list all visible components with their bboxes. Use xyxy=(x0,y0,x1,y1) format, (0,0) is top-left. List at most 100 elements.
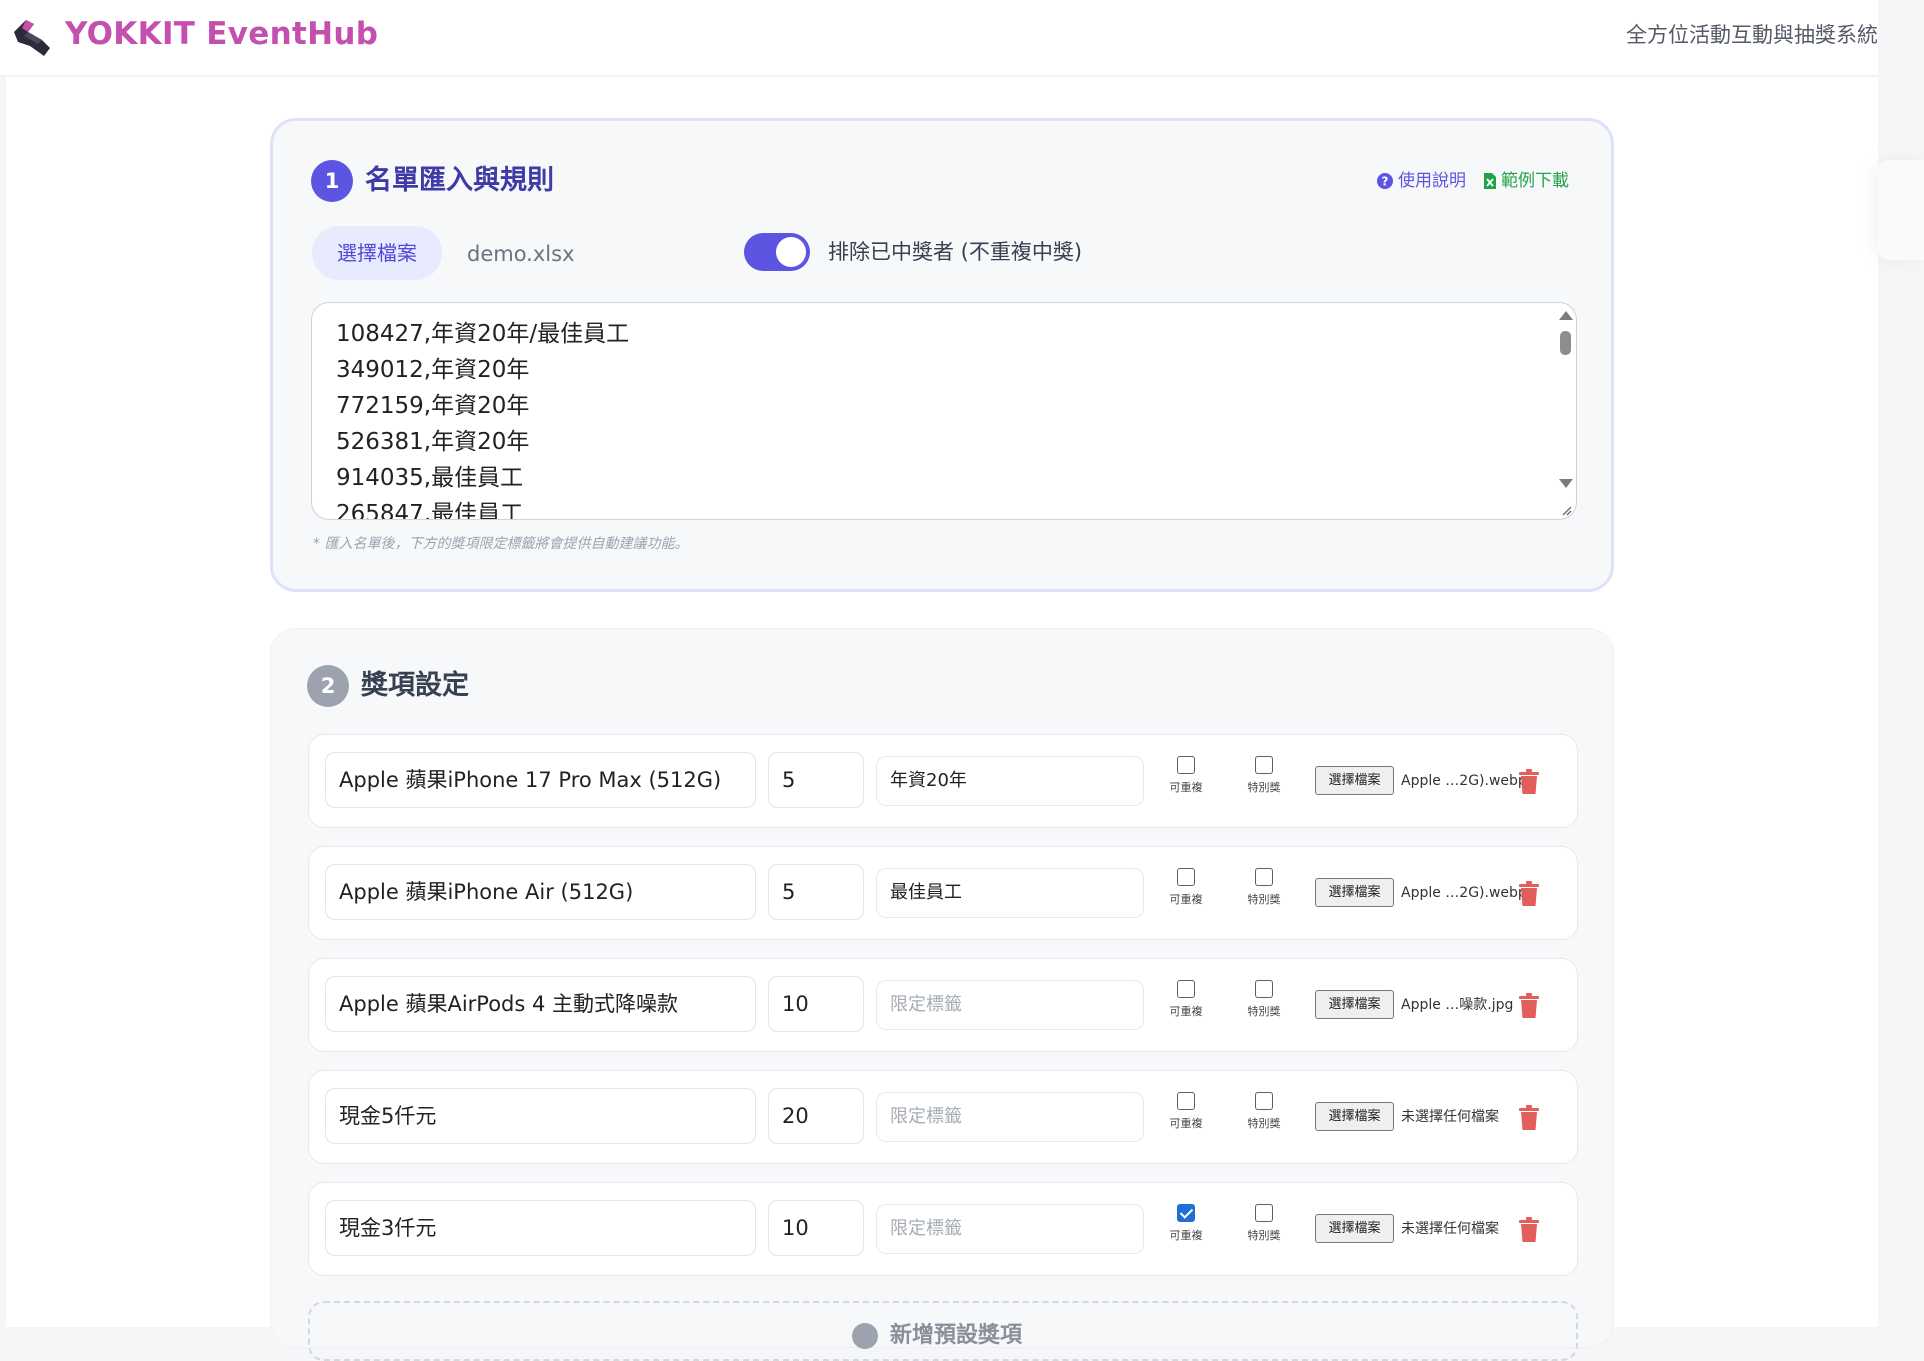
special-label: 特別獎 xyxy=(1247,893,1281,906)
help-link[interactable]: ? 使用說明 xyxy=(1376,169,1466,193)
help-label: 使用說明 xyxy=(1398,171,1466,191)
choose-file-button[interactable]: 選擇檔案 xyxy=(312,226,442,280)
name-line: 265847,最佳員工 xyxy=(336,501,524,520)
import-title: 名單匯入與規則 xyxy=(365,165,554,196)
add-prize-label: 新增預設獎項 xyxy=(890,1323,1023,1348)
prize-row: Apple 蘋果iPhone Air (512G) 5 最佳員工 可重複 特別獎… xyxy=(308,846,1578,940)
repeat-option[interactable]: 可重複 xyxy=(1158,1092,1214,1142)
prize-image-button[interactable]: 選擇檔案 xyxy=(1315,878,1394,907)
trash-icon[interactable] xyxy=(1518,769,1540,795)
trash-icon[interactable] xyxy=(1518,1105,1540,1131)
special-label: 特別獎 xyxy=(1247,1229,1281,1242)
prize-image-button[interactable]: 選擇檔案 xyxy=(1315,1102,1394,1131)
special-checkbox[interactable] xyxy=(1255,756,1273,774)
repeat-checkbox[interactable] xyxy=(1177,756,1195,774)
prize-row: 現金5仟元 20 限定標籤 可重複 特別獎 選擇檔案 未選擇任何檔案 xyxy=(308,1070,1578,1164)
prize-name-input[interactable]: 現金5仟元 xyxy=(325,1088,756,1144)
special-label: 特別獎 xyxy=(1247,1117,1281,1130)
prize-image-button[interactable]: 選擇檔案 xyxy=(1315,1214,1394,1243)
prize-image-name: 未選擇任何檔案 xyxy=(1401,1109,1499,1125)
prize-image-name: Apple …噪款.jpg xyxy=(1401,997,1514,1013)
prize-qty-input[interactable]: 10 xyxy=(768,1200,864,1256)
add-prize-button[interactable]: 新增預設獎項 xyxy=(308,1301,1578,1361)
brand-name[interactable]: YOKKIT EventHub xyxy=(65,14,378,54)
prize-image-button[interactable]: 選擇檔案 xyxy=(1315,990,1394,1019)
prize-title: 獎項設定 xyxy=(361,670,469,701)
special-option[interactable]: 特別獎 xyxy=(1236,868,1292,918)
step-badge-2: 2 xyxy=(307,665,349,707)
scroll-up-icon[interactable] xyxy=(1559,311,1573,320)
prize-name-input[interactable]: 現金3仟元 xyxy=(325,1200,756,1256)
import-hint: * 匯入名單後，下方的獎項限定標籤將會提供自動建議功能。 xyxy=(313,536,689,552)
logo-icon xyxy=(14,20,50,56)
prize-image-name: Apple …2G).webp xyxy=(1401,773,1527,789)
excel-file-icon xyxy=(1484,173,1496,189)
repeat-option[interactable]: 可重複 xyxy=(1158,756,1214,806)
selected-file-name: demo.xlsx xyxy=(467,242,575,266)
scroll-down-icon[interactable] xyxy=(1559,479,1573,488)
import-panel: 1 名單匯入與規則 ? 使用說明 範例下載 選擇檔案 demo.xlsx 排除已… xyxy=(270,118,1614,592)
prize-row: Apple 蘋果AirPods 4 主動式降噪款 10 限定標籤 可重複 特別獎… xyxy=(308,958,1578,1052)
repeat-option[interactable]: 可重複 xyxy=(1158,980,1214,1030)
toggle-knob xyxy=(776,237,806,267)
prize-row: Apple 蘋果iPhone 17 Pro Max (512G) 5 年資20年… xyxy=(308,734,1578,828)
special-checkbox[interactable] xyxy=(1255,980,1273,998)
svg-text:?: ? xyxy=(1382,175,1389,189)
resize-grip-icon[interactable] xyxy=(1560,504,1572,516)
repeat-label: 可重複 xyxy=(1169,781,1203,794)
prize-tag-input[interactable]: 限定標籤 xyxy=(876,980,1144,1030)
repeat-option[interactable]: 可重複 xyxy=(1158,1204,1214,1254)
special-option[interactable]: 特別獎 xyxy=(1236,980,1292,1030)
prize-qty-input[interactable]: 20 xyxy=(768,1088,864,1144)
prize-row: 現金3仟元 10 限定標籤 可重複 特別獎 選擇檔案 未選擇任何檔案 xyxy=(308,1182,1578,1276)
repeat-label: 可重複 xyxy=(1169,1117,1203,1130)
repeat-checkbox[interactable] xyxy=(1177,980,1195,998)
repeat-checkbox[interactable] xyxy=(1177,1204,1195,1222)
side-drawer-handle[interactable] xyxy=(1878,160,1924,260)
trash-icon[interactable] xyxy=(1518,1217,1540,1243)
trash-icon[interactable] xyxy=(1518,993,1540,1019)
repeat-label: 可重複 xyxy=(1169,1229,1203,1242)
name-line: 108427,年資20年/最佳員工 xyxy=(336,321,630,347)
exclude-winners-label: 排除已中獎者 (不重複中獎) xyxy=(828,240,1083,264)
prize-tag-input[interactable]: 限定標籤 xyxy=(876,1204,1144,1254)
special-label: 特別獎 xyxy=(1247,781,1281,794)
special-option[interactable]: 特別獎 xyxy=(1236,1204,1292,1254)
prize-image-name: 未選擇任何檔案 xyxy=(1401,1221,1499,1237)
name-line: 914035,最佳員工 xyxy=(336,465,524,491)
exclude-winners-toggle[interactable] xyxy=(744,233,810,271)
sample-download-link[interactable]: 範例下載 xyxy=(1483,169,1569,193)
prize-image-name: Apple …2G).webp xyxy=(1401,885,1527,901)
repeat-label: 可重複 xyxy=(1169,893,1203,906)
name-line: 526381,年資20年 xyxy=(336,429,530,455)
prize-name-input[interactable]: Apple 蘋果AirPods 4 主動式降噪款 xyxy=(325,976,756,1032)
scroll-thumb[interactable] xyxy=(1560,331,1571,355)
tagline: 全方位活動互動與抽獎系統 xyxy=(1626,23,1878,47)
special-option[interactable]: 特別獎 xyxy=(1236,1092,1292,1142)
prize-qty-input[interactable]: 10 xyxy=(768,976,864,1032)
sample-label: 範例下載 xyxy=(1501,171,1569,191)
prize-tag-input[interactable]: 最佳員工 xyxy=(876,868,1144,918)
repeat-checkbox[interactable] xyxy=(1177,868,1195,886)
special-checkbox[interactable] xyxy=(1255,1092,1273,1110)
prize-image-button[interactable]: 選擇檔案 xyxy=(1315,766,1394,795)
repeat-checkbox[interactable] xyxy=(1177,1092,1195,1110)
repeat-option[interactable]: 可重複 xyxy=(1158,868,1214,918)
name-line: 349012,年資20年 xyxy=(336,357,530,383)
prize-tag-input[interactable]: 年資20年 xyxy=(876,756,1144,806)
prize-qty-input[interactable]: 5 xyxy=(768,864,864,920)
prize-qty-input[interactable]: 5 xyxy=(768,752,864,808)
special-option[interactable]: 特別獎 xyxy=(1236,756,1292,806)
question-circle-icon: ? xyxy=(1377,173,1393,189)
special-checkbox[interactable] xyxy=(1255,868,1273,886)
prize-name-input[interactable]: Apple 蘋果iPhone 17 Pro Max (512G) xyxy=(325,752,756,808)
trash-icon[interactable] xyxy=(1518,881,1540,907)
prize-panel: 2 獎項設定 Apple 蘋果iPhone 17 Pro Max (512G) … xyxy=(270,628,1614,1361)
prize-name-input[interactable]: Apple 蘋果iPhone Air (512G) xyxy=(325,864,756,920)
textarea-scrollbar[interactable] xyxy=(1554,303,1576,519)
names-textarea[interactable]: 108427,年資20年/最佳員工 349012,年資20年 772159,年資… xyxy=(311,302,1577,520)
prize-tag-input[interactable]: 限定標籤 xyxy=(876,1092,1144,1142)
special-label: 特別獎 xyxy=(1247,1005,1281,1018)
special-checkbox[interactable] xyxy=(1255,1204,1273,1222)
step-badge-1: 1 xyxy=(311,160,353,202)
